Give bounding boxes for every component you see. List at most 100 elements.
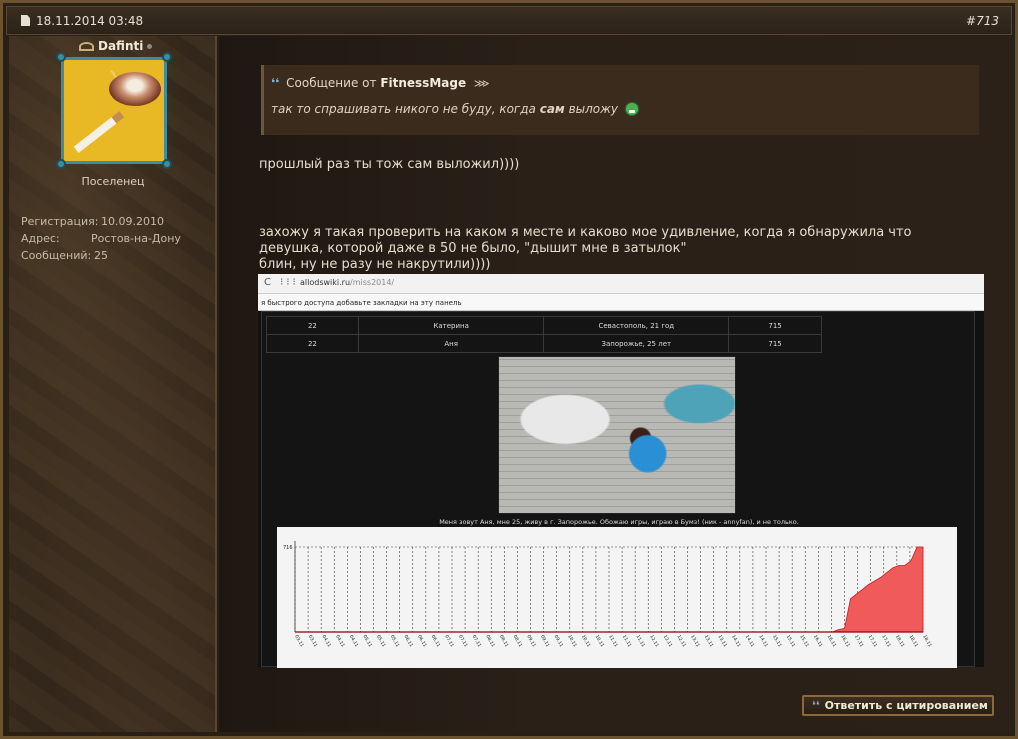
post-number-link[interactable]: #713 [966, 14, 999, 28]
chart-x-tick-label: 10.11 [580, 634, 592, 648]
chart-x-tick-label: 08.11 [484, 634, 496, 648]
post-date: 18.11.2014 03:48 [21, 14, 143, 28]
chart-x-tick-label: 11.11 [607, 634, 619, 648]
chart-x-tick-label: 13.11 [689, 634, 701, 648]
browser-address-bar: C ⁝⁝⁝ allodswiki.ru/miss2014/ [258, 274, 984, 294]
avatar-corner-icon [162, 159, 172, 169]
chart-x-tick-label: 03.11 [307, 634, 319, 648]
place-cell: 22 [266, 334, 359, 353]
chart-x-tick-label: 16.11 [826, 634, 838, 648]
quote-icon: ❛❛ [271, 76, 280, 90]
photo-caption: Меня зовут Аня, мне 25, живу в г. Запоро… [439, 518, 799, 526]
chart-x-tick-label: 15.11 [785, 634, 797, 648]
chart-x-tick-label: 15.11 [771, 634, 783, 648]
chart-x-tick-label: 12.11 [648, 634, 660, 648]
name-cell: Аня [357, 334, 545, 353]
url-domain: allodswiki.ru [300, 278, 351, 287]
quote-block: ❛❛ Сообщение от FitnessMage ⋙ так то спр… [261, 65, 979, 135]
chart-x-tick-label: 10.11 [594, 634, 606, 648]
chart-x-tick-label: 05.11 [389, 634, 401, 648]
chart-x-tick-label: 06.11 [416, 634, 428, 648]
avatar-lips [109, 72, 161, 106]
chart-x-tick-label: 05.11 [375, 634, 387, 648]
user-info: Регистрация: 10.09.2010 Адрес: Ростов-на-Д… [21, 213, 181, 264]
chart-x-tick-label: 04.11 [321, 634, 333, 648]
avatar-corner-icon [56, 52, 66, 62]
votes-cell: 715 [728, 334, 822, 353]
registration-row: Регистрация: 10.09.2010 [21, 213, 181, 230]
chart-x-tick-label: 18.11 [908, 634, 920, 648]
quote-prefix: Сообщение от [286, 76, 377, 90]
chart-x-tick-label: 08.11 [498, 634, 510, 648]
attached-screenshot[interactable]: C ⁝⁝⁝ allodswiki.ru/miss2014/ я быстрого… [258, 274, 984, 668]
chart-x-tick-label: 11.11 [635, 634, 647, 648]
address-row: Адрес: Ростов-на-Дону [21, 230, 181, 247]
rating-table: 22 Катерина Севастополь, 21 год 715 22 А… [266, 316, 822, 353]
url-path: /miss2014/ [350, 278, 395, 287]
address-value: Ростов-на-Дону [91, 232, 181, 245]
chart-x-tick-label: 16.11 [839, 634, 851, 648]
quote-icon: ❛❛ [812, 699, 820, 712]
name-cell: Катерина [357, 316, 545, 335]
address-label: Адрес: [21, 232, 60, 245]
post-date-text: 18.11.2014 03:48 [36, 14, 144, 28]
chart-x-tick-label: 15.11 [798, 634, 810, 648]
chart-x-tick-label: 18.11 [894, 634, 906, 648]
posts-row: Сообщений: 25 [21, 247, 181, 264]
message-line: захожу я такая проверить на каком я мест… [259, 225, 912, 256]
avatar-corner-icon [56, 159, 66, 169]
posts-value: 25 [94, 249, 108, 262]
quote-text-start: так то спрашивать никого не буду, когда [271, 102, 536, 116]
user-sidebar: Dafinti Поселенец Регистрация: 10.09.2010… [9, 36, 217, 732]
offline-status-icon [147, 44, 152, 49]
quote-author: FitnessMage [380, 76, 467, 90]
chart-x-tick-label: 12.11 [676, 634, 688, 648]
chart-x-tick-label: 06.11 [430, 634, 442, 648]
chart-x-tick-label: 16.11 [812, 634, 824, 648]
quote-text: так то спрашивать никого не буду, когда … [271, 102, 639, 116]
chart-x-tick-label: 09.11 [553, 634, 565, 648]
message-paragraph: захожу я такая проверить на каком я мест… [259, 225, 979, 273]
place-cell: 22 [266, 316, 359, 335]
table-row: 22 Аня Запорожье, 25 лет 715 [266, 334, 822, 353]
chart-x-tick-label: 12.11 [662, 634, 674, 648]
chart-x-tick-label: 17.11 [880, 634, 892, 648]
posts-label: Сообщений: [21, 249, 92, 262]
votes-chart: 716 03.11 03.11 04.11 04.11 04.11 05.11 05.11 05… [277, 527, 957, 668]
chart-x-tick-label: 07.11 [457, 634, 469, 648]
chart-x-tick-label: 18.11 [921, 634, 933, 648]
post-header: 18.11.2014 03:48 #713 [6, 6, 1012, 35]
chart-x-tick-label: 14.11 [730, 634, 742, 648]
quote-text-bold: сам [539, 102, 565, 116]
reply-with-quote-button[interactable]: ❛❛ Ответить с цитированием [802, 695, 994, 716]
city-cell: Севастополь, 21 год [543, 316, 730, 335]
reply-button-label: Ответить с цитированием [824, 699, 988, 712]
document-icon [21, 15, 30, 26]
chart-x-tick-label: 04.11 [348, 634, 360, 648]
username-link[interactable]: Dafinti [98, 39, 143, 53]
chart-x-tick-label: 05.11 [362, 634, 374, 648]
avatar-corner-icon [162, 52, 172, 62]
chart-x-tick-label: 07.11 [443, 634, 455, 648]
table-row: 22 Катерина Севастополь, 21 год 715 [266, 316, 822, 335]
chart-x-tick-label: 09.11 [525, 634, 537, 648]
avatar-cigarette [73, 110, 125, 154]
contestant-photo [498, 356, 736, 514]
message-line: прошлый раз ты тож сам выложил)))) [259, 157, 520, 172]
smiley-icon [624, 102, 639, 116]
chart-x-tick-label: 14.11 [757, 634, 769, 648]
chart-x-tick-label: 11.11 [621, 634, 633, 648]
chart-x-tick-label: 10.11 [566, 634, 578, 648]
chart-svg: 71603.11 03.11 04.11 04.11 04.11 05.11 05.11 05… [283, 541, 933, 648]
chart-x-tick-label: 04.11 [334, 634, 346, 648]
chart-y-tick-label: 716 [283, 545, 293, 551]
view-post-icon[interactable]: ⋙ [474, 77, 490, 90]
site-page: 22 Катерина Севастополь, 21 год 715 22 А… [261, 311, 975, 668]
avatar[interactable] [61, 57, 167, 164]
chart-x-tick-label: 13.11 [716, 634, 728, 648]
chart-x-tick-label: 07.11 [471, 634, 483, 648]
chart-x-tick-label: 03.11 [293, 634, 305, 648]
browser-url: allodswiki.ru/miss2014/ [300, 278, 394, 287]
quote-text-end: выложу [568, 102, 619, 116]
chart-x-tick-label: 14.11 [744, 634, 756, 648]
